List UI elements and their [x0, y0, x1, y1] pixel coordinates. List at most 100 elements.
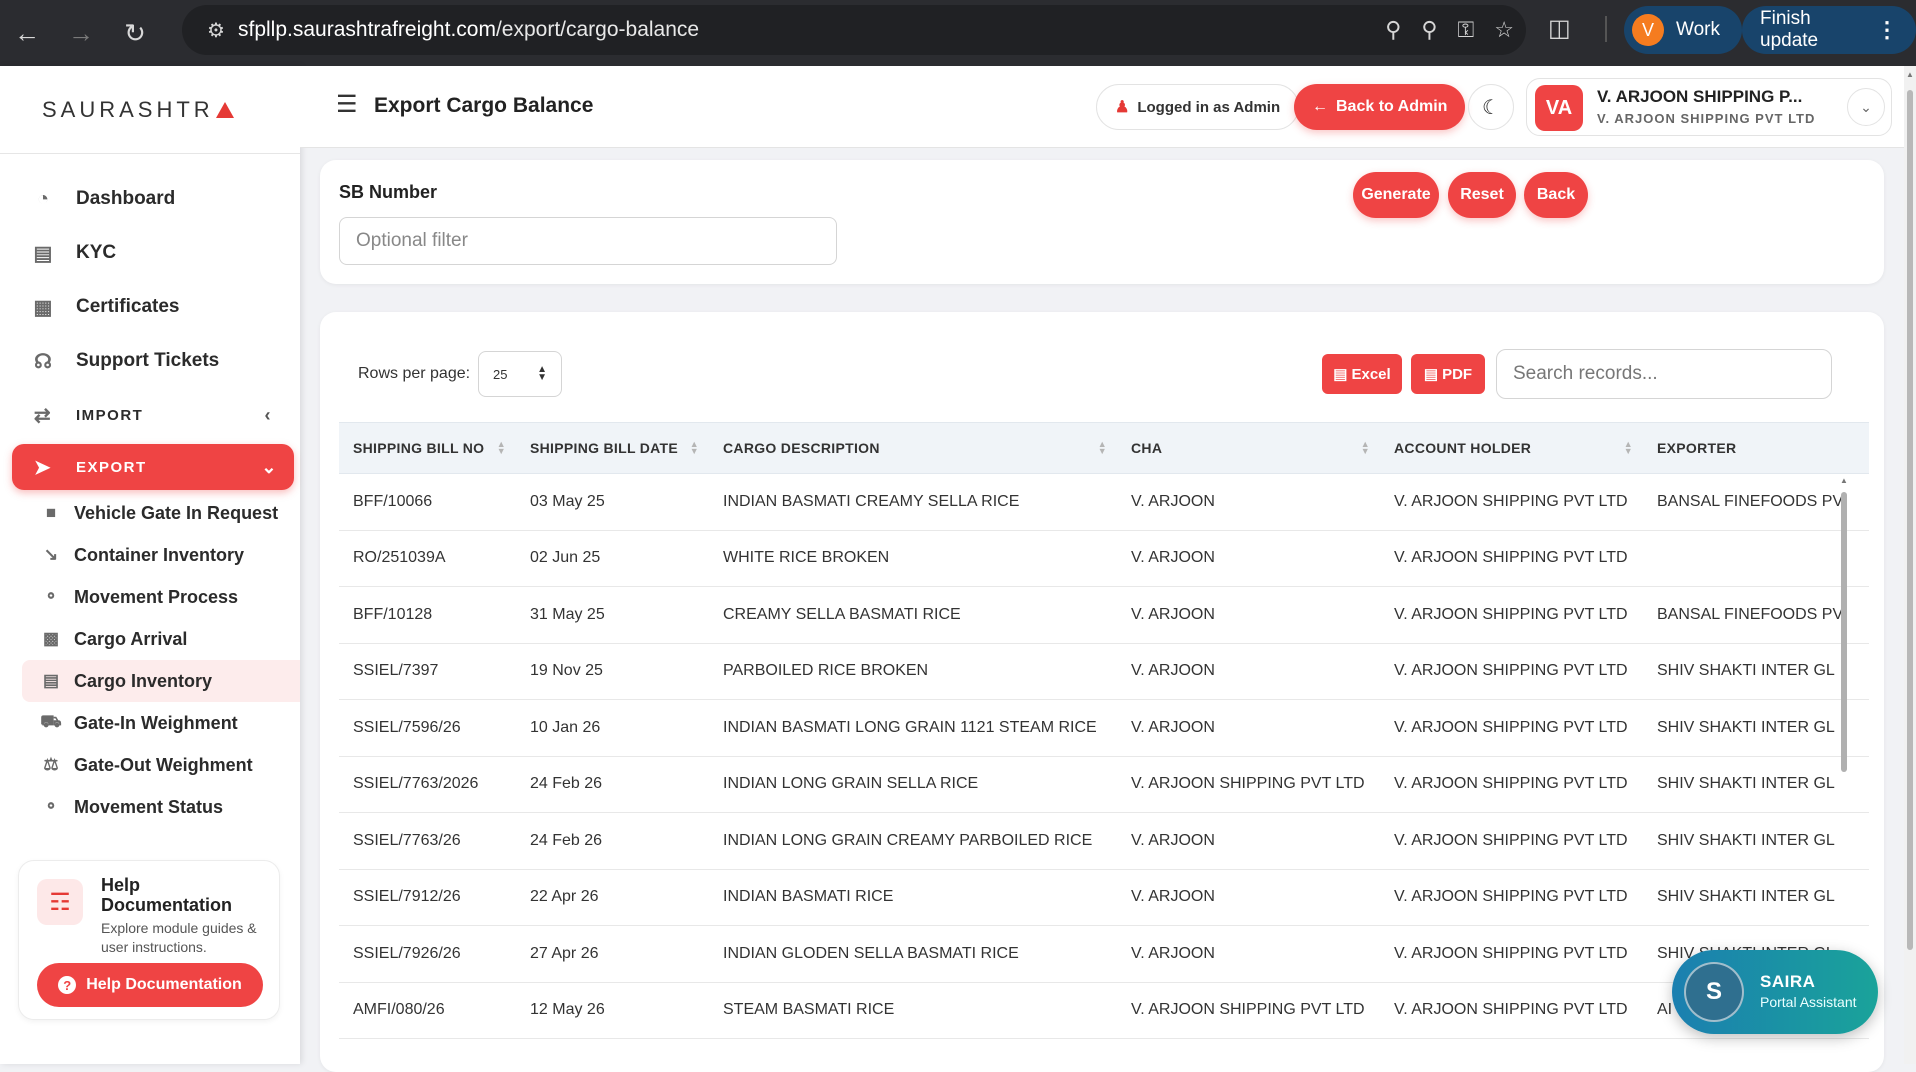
saira-assistant-button[interactable]: S SAIRA Portal Assistant	[1672, 950, 1878, 1034]
export-excel-button[interactable]: ▤ Excel	[1322, 354, 1402, 394]
export-pdf-button[interactable]: ▤ PDF	[1411, 354, 1485, 394]
table-row[interactable]: SSIEL/7596/26 10 Jan 26 INDIAN BASMATI LON…	[339, 700, 1869, 757]
sidebar-item-support-tickets[interactable]: ☊ Support Tickets	[0, 334, 300, 388]
table-cell: INDIAN BASMATI CREAMY SELLA RICE	[723, 492, 1020, 510]
table-cell: 10 Jan 26	[530, 718, 601, 736]
table-row[interactable]: AMFI/080/26 12 May 26 STEAM BASMATI RICE V.…	[339, 983, 1869, 1039]
table-cell: V. ARJOON SHIPPING PVT LTD	[1394, 775, 1628, 793]
address-bar[interactable]: ⚙ sfpllp.saurashtrafreight.com/export/ca…	[182, 5, 1526, 55]
table-cell: V. ARJOON	[1131, 549, 1215, 567]
sidebar-item-kyc[interactable]: ▤ KYC	[0, 226, 300, 280]
user-menu[interactable]: VA V. ARJOON SHIPPING P... V. ARJOON SHI…	[1526, 78, 1892, 136]
sidebar-subitem-vehicle-gate-in-request[interactable]: ■ Vehicle Gate In Request	[0, 492, 300, 534]
bookmark-star-icon[interactable]: ☆	[1494, 17, 1514, 43]
sidebar-subitem-label: Cargo Inventory	[74, 670, 213, 691]
sidebar-subitem-gate-out-weighment[interactable]: ⚖ Gate-Out Weighment	[0, 744, 300, 786]
profile-button[interactable]: V Work	[1624, 6, 1742, 54]
table-cell: SHIV SHAKTI INTER GL	[1657, 662, 1835, 680]
table-cell: V. ARJOON	[1131, 888, 1215, 906]
table-cell: V. ARJOON SHIPPING PVT LTD	[1131, 1001, 1365, 1019]
back-arrow-icon[interactable]: ←	[0, 6, 54, 60]
scale-icon: ⚖	[43, 755, 59, 774]
back-button[interactable]: Back	[1524, 172, 1588, 218]
table-row[interactable]: BFF/10128 31 May 25 CREAMY SELLA BASMATI R…	[339, 587, 1869, 644]
table-row[interactable]: BFF/10066 03 May 25 INDIAN BASMATI CREAMY …	[339, 474, 1869, 531]
sb-number-label: SB Number	[339, 182, 438, 202]
table-cell: V. ARJOON SHIPPING PVT LTD	[1394, 492, 1628, 510]
table-row[interactable]: SSIEL/7397 19 Nov 25 PARBOILED RICE BROKEN…	[339, 644, 1869, 700]
sidebar-subitem-label: Vehicle Gate In Request	[74, 502, 279, 523]
finish-update-button[interactable]: Finish update ⋮	[1742, 6, 1916, 54]
sidebar-menu: ◔ Dashboard ▤ KYC ▦ Certificates ☊ Suppo…	[0, 154, 300, 828]
table-row[interactable]: SSIEL/7763/26 24 Feb 26 INDIAN LONG GRAIN …	[339, 813, 1869, 870]
generate-button[interactable]: Generate	[1353, 172, 1439, 218]
scroll-up-icon[interactable]: ▲	[1906, 70, 1914, 79]
back-to-admin-button[interactable]: ← Back to Admin	[1294, 84, 1466, 130]
hamburger-menu-icon[interactable]: ☰	[336, 90, 358, 119]
brand-logo[interactable]: SAURASHTR	[0, 66, 300, 154]
chevron-down-icon: ⌄	[261, 456, 278, 477]
page-scrollbar-thumb[interactable]	[1907, 90, 1913, 950]
table-row[interactable]: SSIEL/7926/26 27 Apr 26 INDIAN GLODEN SELL…	[339, 926, 1869, 983]
logged-in-label: Logged in as Admin	[1137, 98, 1281, 116]
sidebar-item-label: Certificates	[76, 296, 180, 317]
sidebar-subitem-movement-process[interactable]: ⚬ Movement Process	[0, 576, 300, 618]
route-icon: ⚬	[43, 587, 59, 606]
dark-mode-toggle[interactable]: ☾	[1468, 84, 1514, 130]
table-body: BFF/10066 03 May 25 INDIAN BASMATI CREAMY …	[339, 474, 1869, 1039]
table-cell: V. ARJOON	[1131, 718, 1215, 736]
scroll-up-icon[interactable]: ▲	[1840, 476, 1848, 485]
table-cell: SSIEL/7912/26	[353, 888, 461, 906]
page-scrollbar[interactable]: ▲	[1904, 66, 1916, 1064]
sidebar-subitem-cargo-arrival[interactable]: ▩ Cargo Arrival	[0, 618, 300, 660]
url-text[interactable]: sfpllp.saurashtrafreight.com/export/carg…	[238, 18, 699, 42]
site-settings-icon[interactable]: ⚙	[194, 18, 238, 43]
sidebar-subitem-cargo-inventory[interactable]: ▤ Cargo Inventory	[22, 660, 300, 702]
column-header-shipping-bill-date[interactable]: SHIPPING BILL DATE ▲ ▼	[516, 422, 709, 474]
location-icon[interactable]: ⚲	[1385, 17, 1401, 43]
table-cell: V. ARJOON	[1131, 944, 1215, 962]
password-key-icon[interactable]: ⚿	[1458, 17, 1475, 43]
table-cell: SSIEL/7763/26	[353, 831, 461, 849]
truck-loading-icon: ▩	[42, 629, 60, 648]
table-row[interactable]: SSIEL/7763/2026 24 Feb 26 INDIAN LONG GRAI…	[339, 757, 1869, 813]
table-row[interactable]: RO/251039A 02 Jun 25 WHITE RICE BROKEN V. A…	[339, 531, 1869, 587]
column-header-account-holder[interactable]: ACCOUNT HOLDER ▲ ▼	[1380, 422, 1643, 474]
sidebar-subitem-container-inventory[interactable]: ↘ Container Inventory	[0, 534, 300, 576]
chart-line-icon: ↘	[43, 545, 59, 564]
sidebar-item-certificates[interactable]: ▦ Certificates	[0, 280, 300, 334]
column-header-cha[interactable]: CHA ▲ ▼	[1117, 422, 1380, 474]
sidebar-subitem-gate-in-weighment[interactable]: ⛟ Gate-In Weighment	[0, 702, 300, 744]
rows-per-page-value: 25	[493, 366, 508, 382]
sidebar-subitem-movement-status[interactable]: ⚬ Movement Status	[0, 786, 300, 828]
forward-arrow-icon[interactable]: →	[54, 6, 108, 60]
dashboard-icon: ◔	[36, 187, 50, 210]
folder-icon: ■	[45, 503, 57, 522]
zoom-icon[interactable]: ⚲	[1421, 17, 1437, 43]
sidebar-item-export[interactable]: ➤ EXPORT ⌄	[12, 444, 294, 490]
chevron-down-icon[interactable]: ⌄	[1847, 88, 1885, 126]
column-header-shipping-bill-no[interactable]: SHIPPING BILL NO ▲ ▼	[339, 422, 516, 474]
sidebar-subitem-label: Gate-In Weighment	[74, 712, 238, 733]
sidebar-item-dashboard[interactable]: ◔ Dashboard	[0, 172, 300, 226]
file-pdf-icon: ▤	[1423, 366, 1439, 383]
sidebar-item-import[interactable]: ⇄ IMPORT ‹	[0, 388, 300, 442]
sb-number-input[interactable]	[339, 217, 837, 265]
column-header-exporter[interactable]: EXPORTER	[1643, 422, 1869, 474]
column-header-cargo-description[interactable]: CARGO DESCRIPTION ▲ ▼	[709, 422, 1117, 474]
help-card-description: Explore module guides & user instruction…	[101, 920, 257, 955]
help-documentation-button[interactable]: ? Help Documentation	[37, 963, 263, 1007]
sort-icon: ▲ ▼	[1097, 439, 1107, 456]
table-cell: 24 Feb 26	[530, 831, 603, 849]
reload-icon[interactable]: ↻	[108, 6, 162, 60]
extensions-icon[interactable]: ◫	[1548, 14, 1571, 43]
table-row[interactable]: SSIEL/7912/26 22 Apr 26 INDIAN BASMATI RIC…	[339, 870, 1869, 926]
reset-button[interactable]: Reset	[1448, 172, 1516, 218]
search-records-input[interactable]	[1496, 349, 1832, 399]
user-avatar: VA	[1535, 85, 1583, 131]
table-cell: V. ARJOON SHIPPING PVT LTD	[1394, 831, 1628, 849]
sort-icon: ▲ ▼	[496, 439, 506, 456]
table-cell: PARBOILED RICE BROKEN	[723, 662, 929, 680]
rows-per-page-select[interactable]: 25 ▲ ▼	[478, 351, 562, 397]
table-scrollbar-thumb[interactable]	[1841, 492, 1847, 772]
